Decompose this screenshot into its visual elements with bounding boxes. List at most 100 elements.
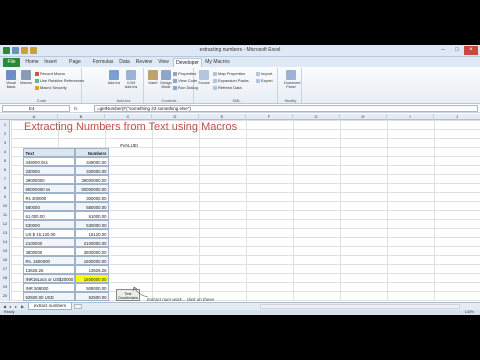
row-header[interactable]: 13 [0, 230, 10, 235]
table-cell-number[interactable]: 90000000.00 [75, 184, 109, 193]
tab-my-macros[interactable]: My Macros [204, 58, 231, 67]
table-cell-text[interactable]: 580000 [23, 202, 75, 211]
table-cell-text[interactable]: 2100000 [23, 238, 75, 247]
table-header-text[interactable]: Text [23, 148, 75, 157]
row-header[interactable]: 8 [0, 185, 10, 190]
new-sheet-icon[interactable] [74, 304, 82, 309]
row-header[interactable]: 18 [0, 275, 10, 280]
view-code-button[interactable]: View Code [173, 78, 197, 84]
map-properties-button[interactable]: Map Properties [213, 71, 245, 77]
refresh-data-button[interactable]: Refresh Data [213, 85, 242, 91]
table-cell-text[interactable]: 349000.0ss [23, 157, 75, 166]
table-cell-text[interactable]: INR16Lacs or US$20000 [23, 274, 75, 283]
source-button[interactable]: Source [197, 70, 211, 85]
table-cell-number[interactable]: 2100000.00 [75, 238, 109, 247]
table-cell-number[interactable]: 13626.26 [75, 265, 109, 274]
table-cell-number[interactable]: 508000.00 [75, 283, 109, 292]
zoom-level[interactable]: 140% [465, 310, 474, 315]
addins-button[interactable]: Add-Ins [107, 70, 121, 85]
com-addins-button[interactable]: COM Add-Ins [124, 70, 138, 89]
row-header[interactable]: 5 [0, 158, 10, 163]
tab-home[interactable]: Home [24, 58, 40, 67]
sheet-tab-extract-numbers[interactable]: extract numbers [28, 303, 72, 310]
row-header[interactable]: 16 [0, 257, 10, 262]
row-header[interactable]: 20 [0, 293, 10, 298]
expansion-packs-button[interactable]: Expansion Packs [213, 78, 249, 84]
row-header[interactable]: 17 [0, 266, 10, 271]
fx-icon[interactable]: fx [74, 105, 92, 112]
table-cell-text[interactable]: 330000 [23, 166, 75, 175]
table-cell-text[interactable]: 39000000 [23, 175, 75, 184]
table-cell-number[interactable]: 52500.00 [75, 292, 109, 301]
maximize-icon[interactable]: □ [450, 46, 464, 55]
name-box[interactable]: E4 [2, 105, 70, 112]
row-header[interactable]: 9 [0, 194, 10, 199]
tab-review[interactable]: Review [134, 58, 154, 67]
table-cell-text[interactable]: US $ 15,120.00 [23, 229, 75, 238]
macros-button[interactable]: Macros [19, 70, 33, 85]
table-cell-number[interactable]: 1600000.00 [75, 274, 109, 283]
tab-formulas[interactable]: Formulas [91, 58, 115, 67]
table-cell-text[interactable]: 3800000 [23, 247, 75, 256]
group-code: Visual Basic Macros Record Macro Use Rel… [2, 68, 84, 103]
tab-view[interactable]: View [156, 58, 171, 67]
properties-button[interactable]: Properties [173, 71, 196, 77]
tab-data[interactable]: Data [117, 58, 132, 67]
table-cell-text[interactable]: 530000 [23, 220, 75, 229]
prev-sheet-icon[interactable]: ◂ [9, 304, 11, 309]
design-mode-button[interactable]: Design Mode [159, 70, 173, 89]
record-macro-button[interactable]: Record Macro [35, 71, 65, 77]
table-cell-text[interactable]: 90000000 ss [23, 184, 75, 193]
macro-security-button[interactable]: Macro Security [35, 85, 67, 91]
table-cell-number[interactable]: 15120.00 [75, 229, 109, 238]
error-cell[interactable]: #VALUE! [120, 143, 138, 148]
table-cell-number[interactable]: 300000.00 [75, 193, 109, 202]
row-header[interactable]: 12 [0, 221, 10, 226]
import-button[interactable]: Import [256, 71, 272, 77]
row-header[interactable]: 10 [0, 203, 10, 208]
table-cell-number[interactable]: 1500000.00 [75, 256, 109, 265]
tab-page-layout[interactable]: Page Layout [61, 58, 89, 74]
table-cell-number[interactable]: 39000000.00 [75, 175, 109, 184]
row-header[interactable]: 14 [0, 239, 10, 244]
row-header[interactable]: 6 [0, 167, 10, 172]
horizontal-scrollbar[interactable] [260, 304, 460, 309]
first-sheet-icon[interactable]: ◀ [3, 304, 6, 309]
row-header[interactable]: 2 [0, 131, 10, 136]
row-header[interactable]: 15 [0, 248, 10, 253]
insert-control-button[interactable]: Insert [146, 70, 160, 85]
export-button[interactable]: Export [256, 78, 273, 84]
tab-insert[interactable]: Insert [42, 58, 59, 67]
relative-refs-button[interactable]: Use Relative References [35, 78, 84, 84]
tab-file[interactable]: File [3, 58, 20, 67]
table-cell-number[interactable]: 330000.00 [75, 166, 109, 175]
table-cell-text[interactable]: Rs. 1500000 [23, 256, 75, 265]
table-cell-text[interactable]: 61,000.00 [23, 211, 75, 220]
document-panel-button[interactable]: Document Panel [284, 70, 300, 89]
row-header[interactable]: 11 [0, 212, 10, 217]
table-cell-text[interactable]: 52500.00 USD [23, 292, 75, 301]
next-sheet-icon[interactable]: ▸ [15, 304, 17, 309]
table-cell-text[interactable]: 13626.26 [23, 265, 75, 274]
table-cell-number[interactable]: 61000.00 [75, 211, 109, 220]
close-icon[interactable]: × [464, 46, 478, 55]
last-sheet-icon[interactable]: ▶ [21, 304, 24, 309]
table-cell-number[interactable]: 580000.00 [75, 202, 109, 211]
row-header[interactable]: 4 [0, 149, 10, 154]
row-header[interactable]: 3 [0, 140, 10, 145]
table-cell-text[interactable]: Rs 300000 [23, 193, 75, 202]
table-cell-number[interactable]: 349000.00 [75, 157, 109, 166]
row-header[interactable]: 19 [0, 284, 10, 289]
table-cell-number[interactable]: 530000.00 [75, 220, 109, 229]
row-header[interactable]: 7 [0, 176, 10, 181]
formula-input[interactable]: =getNumber(F("something 23 something els… [94, 105, 478, 112]
row-header[interactable]: 1 [0, 122, 10, 127]
table-header-numbers[interactable]: Numbers [75, 148, 109, 157]
group-controls: Insert Design Mode Properties View Code … [145, 68, 198, 103]
visual-basic-button[interactable]: Visual Basic [4, 70, 18, 89]
table-cell-number[interactable]: 3800000.00 [75, 247, 109, 256]
table-cell-text[interactable]: INR 508000 [23, 283, 75, 292]
run-dialog-button[interactable]: Run Dialog [173, 85, 198, 91]
minimize-icon[interactable]: – [436, 46, 450, 55]
tab-developer[interactable]: Developer [173, 58, 202, 67]
